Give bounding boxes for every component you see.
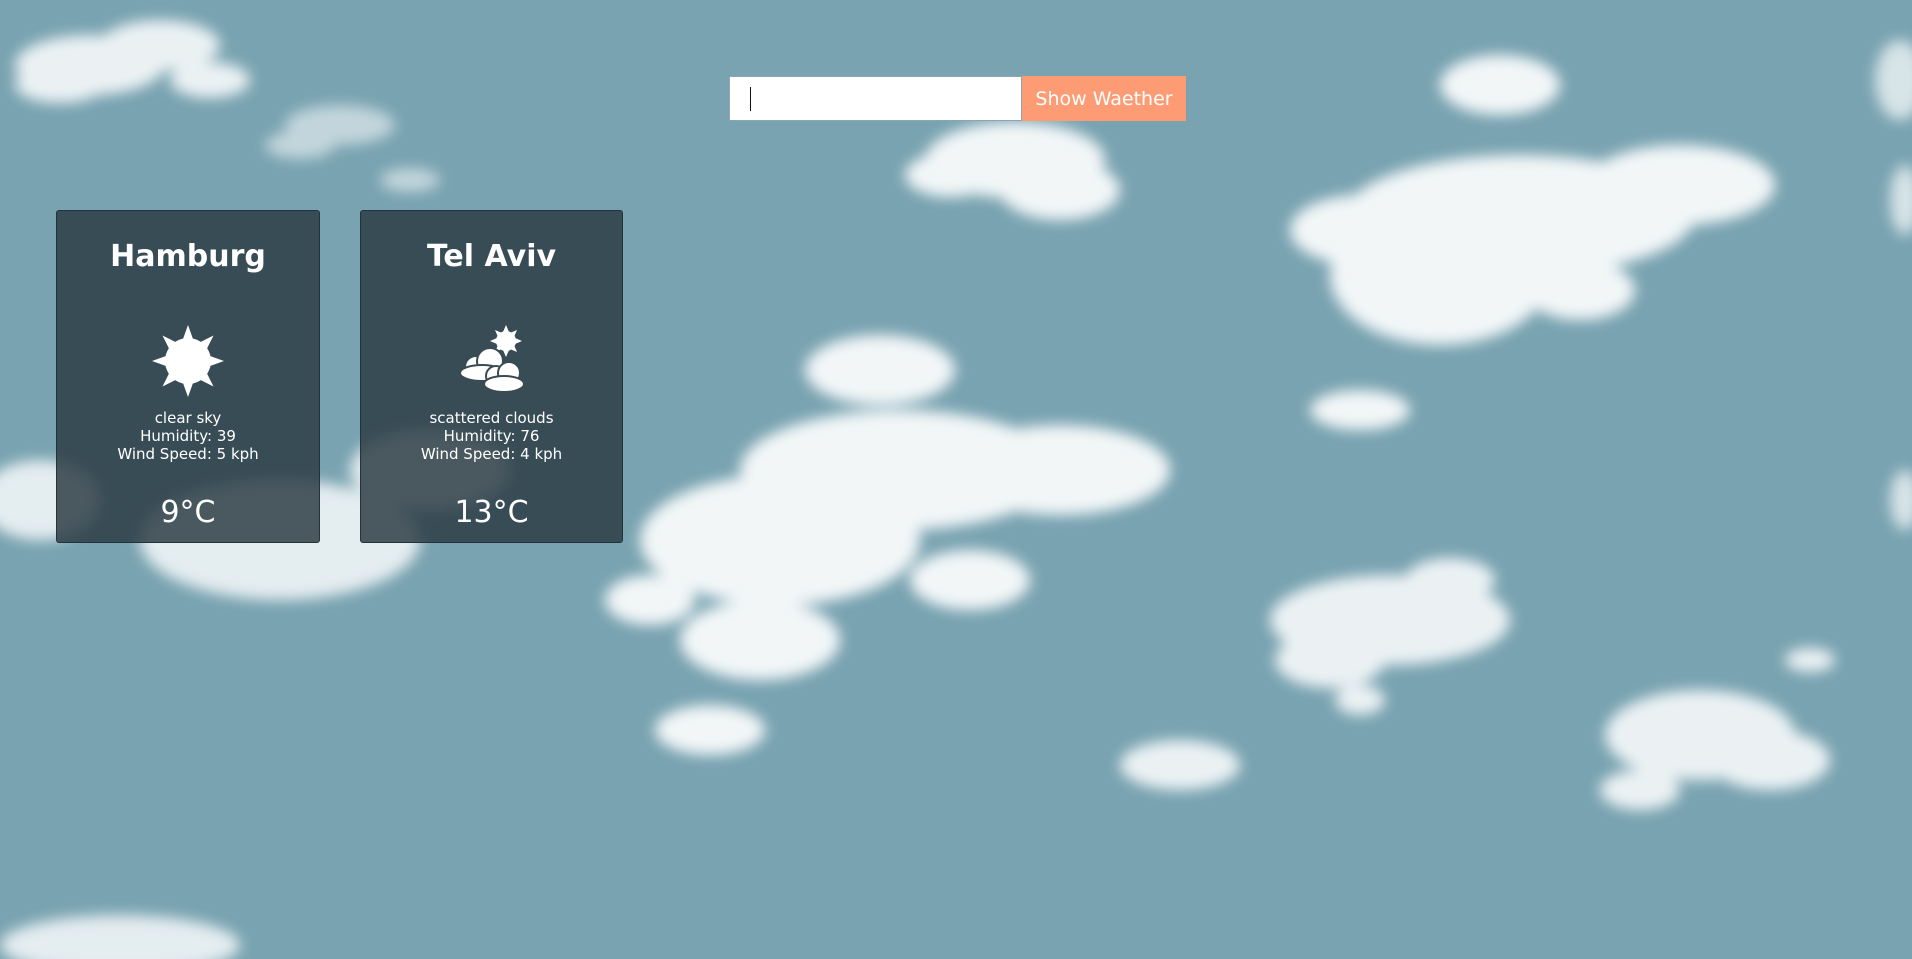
weather-description: scattered clouds <box>429 409 554 427</box>
sun-behind-clouds-icon <box>458 325 525 393</box>
show-weather-button[interactable]: Show Waether <box>1022 76 1186 121</box>
weather-description: clear sky <box>154 409 222 427</box>
city-search-input[interactable] <box>729 76 1022 121</box>
humidity-value: Humidity: 39 <box>140 427 236 445</box>
weather-card-tel-aviv: Tel Aviv scattered clouds Humidity: 76 W… <box>360 210 623 543</box>
sun-icon <box>152 325 224 397</box>
search-bar: Show Waether <box>729 76 1186 121</box>
temperature: 13°C <box>454 495 529 530</box>
wind-speed-value: Wind Speed: 4 kph <box>420 445 563 463</box>
temperature: 9°C <box>160 495 216 530</box>
wind-speed-value: Wind Speed: 5 kph <box>117 445 259 463</box>
city-name: Hamburg <box>110 239 266 274</box>
search-input-wrapper <box>729 76 1022 121</box>
text-caret <box>750 87 751 111</box>
humidity-value: Humidity: 76 <box>443 427 540 445</box>
weather-details: scattered clouds Humidity: 76 Wind Speed… <box>361 409 622 463</box>
city-name: Tel Aviv <box>426 239 557 274</box>
weather-card-hamburg: Hamburg clear sky Humidity: 39 Wind Spee… <box>56 210 320 543</box>
weather-details: clear sky Humidity: 39 Wind Speed: 5 kph <box>57 409 319 463</box>
